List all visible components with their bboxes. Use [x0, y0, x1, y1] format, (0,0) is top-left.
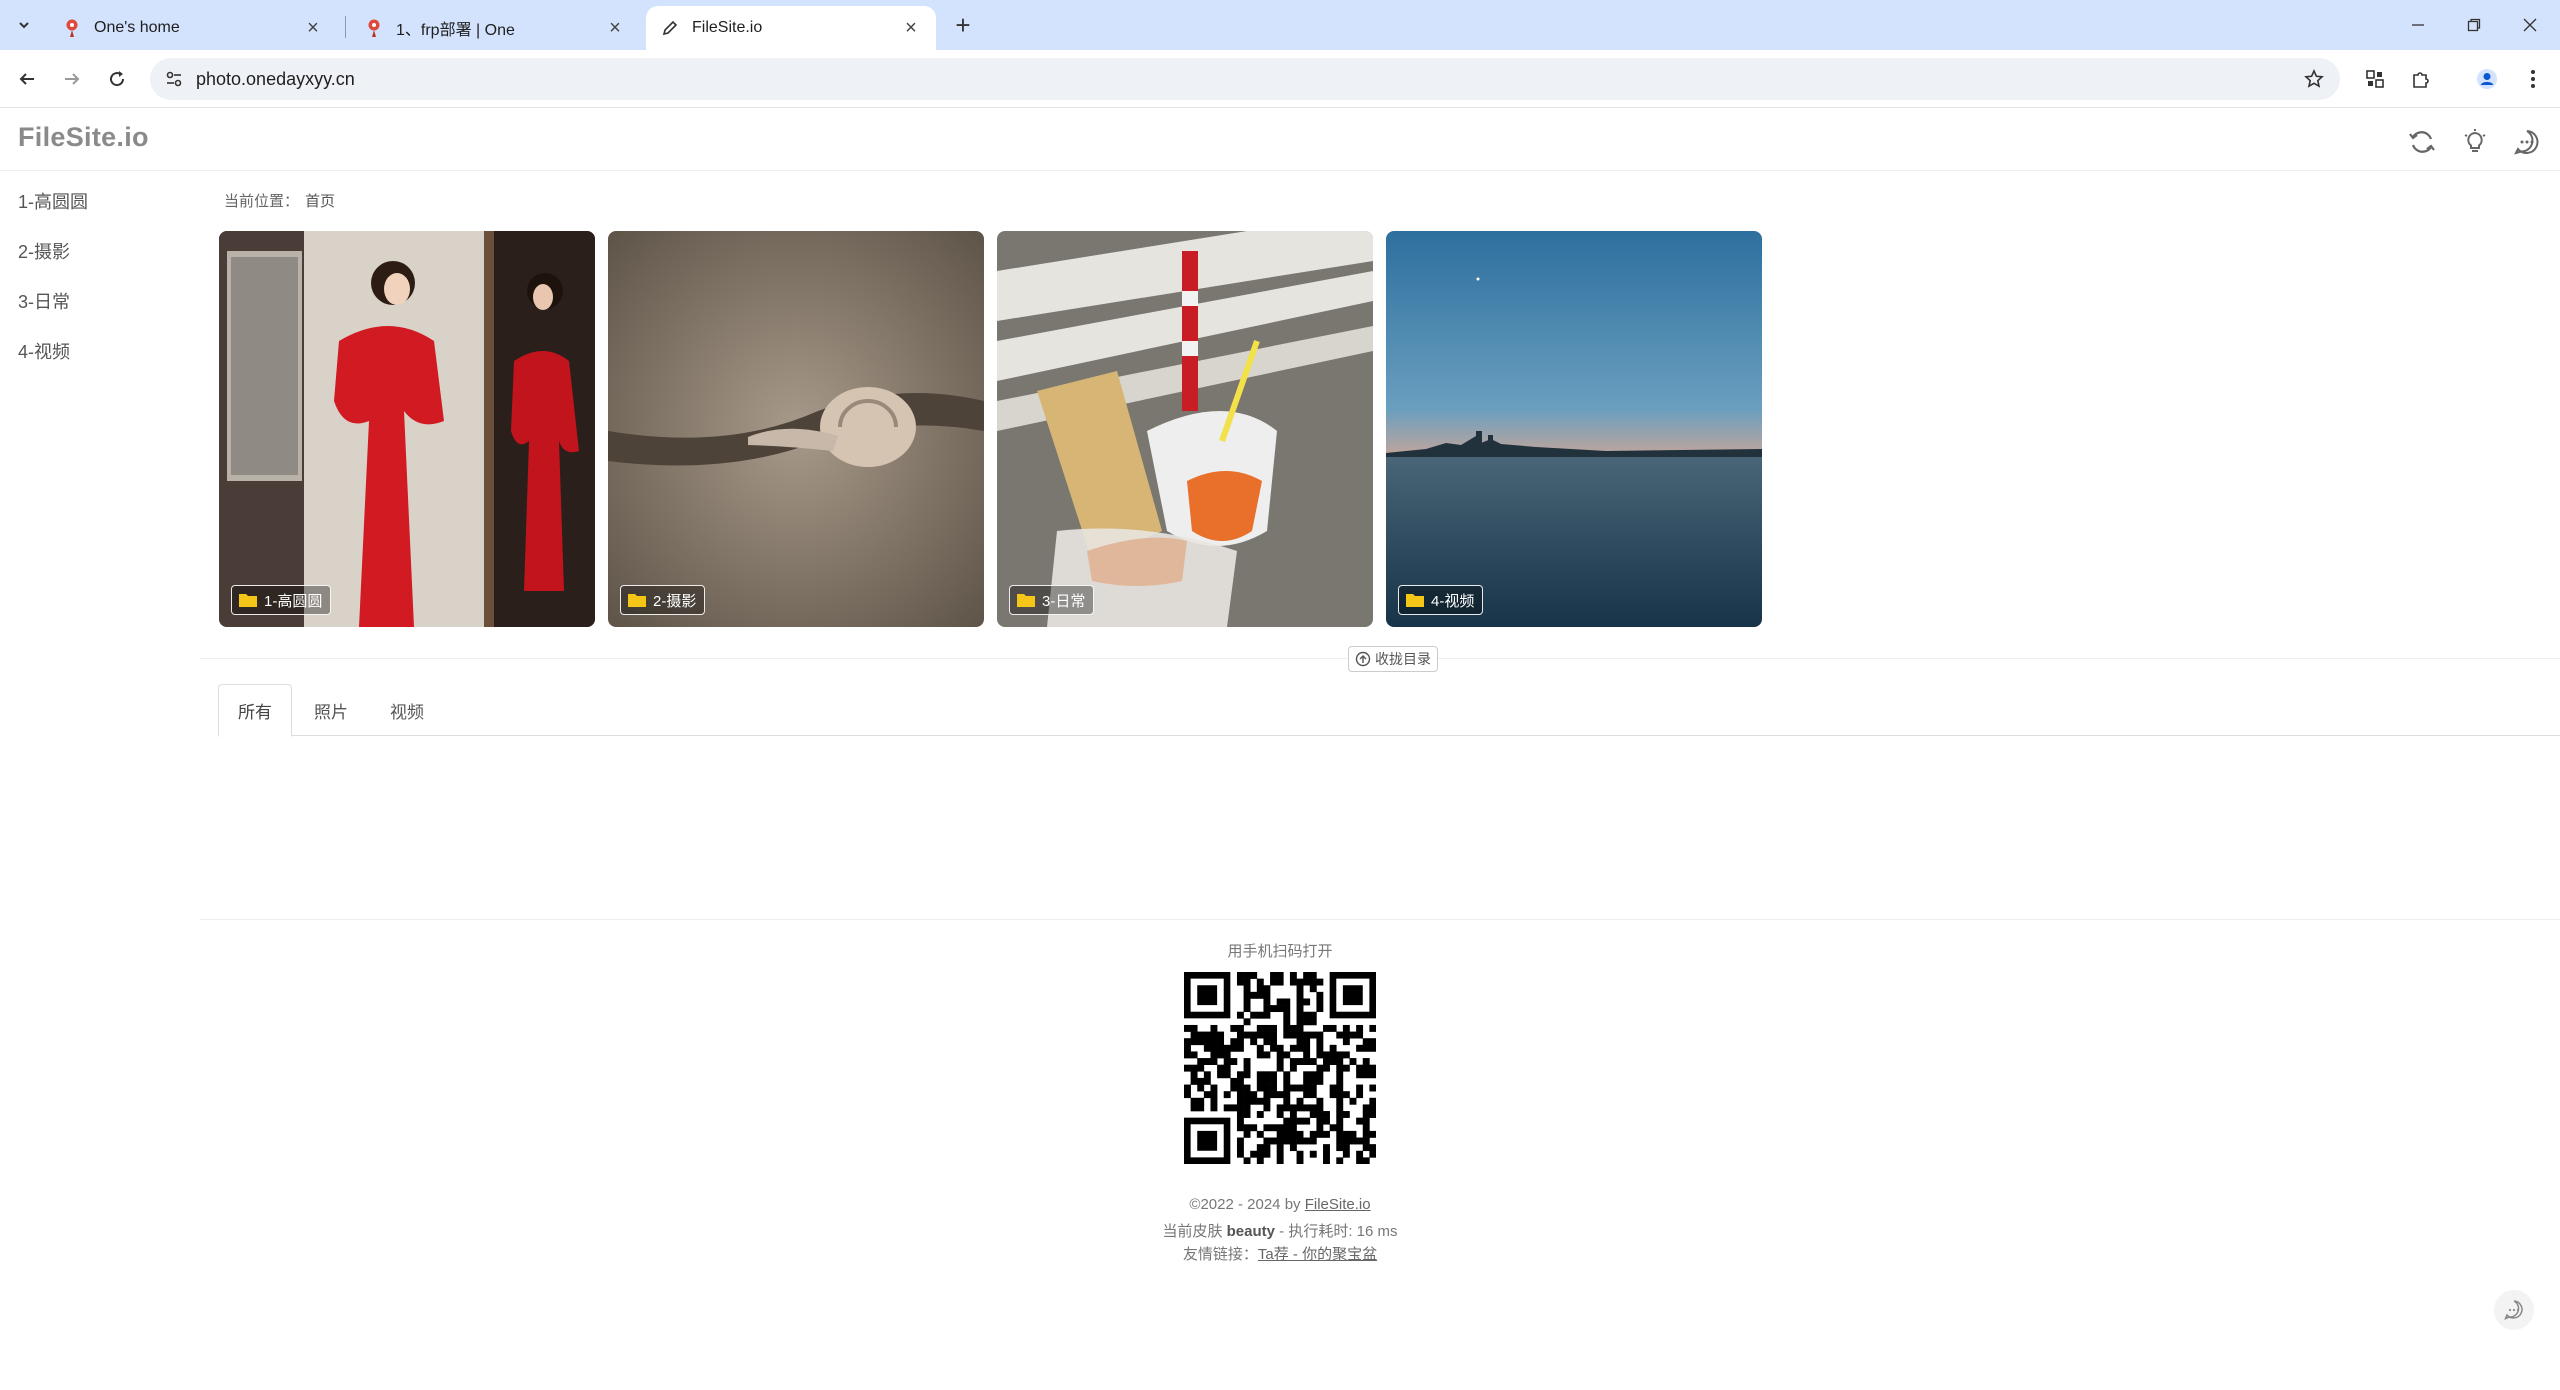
browser-tab-ones-home[interactable]: One's home × — [48, 6, 338, 50]
folder-icon — [1017, 594, 1035, 607]
minimize-icon[interactable] — [2390, 8, 2446, 42]
footer-friend-links: 友情链接：Ta荐 - 你的聚宝盆 — [0, 1243, 2560, 1264]
pin-favicon-icon — [364, 18, 384, 38]
forward-arrow-icon[interactable] — [55, 62, 89, 96]
tab-close-icon[interactable]: × — [604, 17, 626, 39]
folder-card-daily[interactable]: 3-日常 — [997, 231, 1373, 627]
breadcrumb-label: 当前位置： — [224, 193, 300, 210]
qr-scan-label: 用手机扫码打开 — [1227, 943, 1333, 960]
folder-label-tag: 2-摄影 — [620, 585, 706, 615]
restore-icon[interactable] — [2446, 8, 2502, 42]
tab-close-icon[interactable]: × — [900, 17, 922, 39]
friend-link[interactable]: Ta荐 - 你的聚宝盆 — [1258, 1246, 1377, 1263]
back-arrow-icon[interactable] — [10, 62, 44, 96]
arrow-up-circle-icon — [1355, 651, 1371, 667]
folder-label-tag: 4-视频 — [1398, 585, 1484, 615]
pin-favicon-icon — [62, 18, 82, 38]
pencil-favicon-icon — [660, 18, 680, 38]
folder-label-tag: 1-高圆圆 — [231, 585, 332, 615]
collapse-directory-button[interactable]: 收拢目录 — [1348, 646, 1438, 672]
collapse-directory-label: 收拢目录 — [1375, 651, 1431, 667]
lightbulb-theme-icon[interactable] — [2458, 125, 2492, 159]
browser-menu-kebab-icon[interactable] — [2516, 62, 2550, 96]
tab-photos[interactable]: 照片 — [294, 684, 368, 736]
folder-label-tag: 3-日常 — [1009, 585, 1095, 615]
site-header: FileSite.io — [0, 108, 2560, 171]
bookmark-star-icon[interactable] — [2302, 67, 2326, 91]
url-text[interactable]: photo.onedayxyy.cn — [196, 69, 355, 90]
media-filter-tabs: 所有 照片 视频 — [218, 684, 2560, 737]
qr-code — [1184, 972, 1377, 1165]
footer-divider — [200, 919, 2560, 920]
footer-skin-info: 当前皮肤 beauty - 执行耗时: 16 ms — [0, 1220, 2560, 1241]
sidebar-item-photography[interactable]: 2-摄影 — [18, 238, 70, 264]
tab-title: FileSite.io — [692, 19, 763, 36]
friend-links-prefix: 友情链接： — [1182, 1246, 1258, 1263]
folder-label: 3-日常 — [1042, 592, 1086, 610]
skin-prefix: 当前皮肤 — [1162, 1223, 1227, 1240]
folder-thumbnail-image — [608, 231, 984, 627]
folder-icon — [1406, 594, 1424, 607]
folder-thumbnail-image — [219, 231, 595, 627]
site-info-tune-icon[interactable] — [154, 59, 194, 99]
sidebar-item-gaoyuanyuan[interactable]: 1-高圆圆 — [18, 188, 88, 214]
copyright-prefix: ©2022 - 2024 by — [1189, 1196, 1305, 1213]
browser-tab-frp[interactable]: 1、frp部署 | One × — [350, 6, 640, 50]
translate-qr-icon[interactable] — [2358, 62, 2392, 96]
tab-separator — [345, 16, 346, 38]
folder-label: 4-视频 — [1431, 592, 1475, 610]
close-window-icon[interactable] — [2502, 8, 2558, 42]
skin-name: beauty — [1226, 1223, 1275, 1240]
folder-thumbnail-image — [1386, 231, 1762, 627]
folder-card-video[interactable]: 4-视频 — [1386, 231, 1762, 627]
folder-thumbnail-image — [997, 231, 1373, 627]
copyright-link[interactable]: FileSite.io — [1305, 1196, 1371, 1213]
folder-icon — [628, 594, 646, 607]
browser-tab-filesite[interactable]: FileSite.io × — [646, 6, 936, 50]
browser-tab-bar: One's home × 1、frp部署 | One × FileSite.io… — [0, 0, 2560, 50]
floating-chat-icon[interactable] — [2494, 1290, 2534, 1330]
footer-copyright: ©2022 - 2024 by FileSite.io — [0, 1196, 2560, 1213]
extensions-puzzle-icon[interactable] — [2404, 62, 2438, 96]
tab-title: One's home — [94, 19, 180, 36]
sidebar-item-video[interactable]: 4-视频 — [18, 338, 70, 364]
breadcrumb: 当前位置： 首页 — [224, 190, 335, 211]
site-logo[interactable]: FileSite.io — [18, 122, 149, 153]
new-tab-plus-icon[interactable]: + — [948, 10, 978, 40]
reload-icon[interactable] — [100, 62, 134, 96]
tab-videos[interactable]: 视频 — [370, 684, 444, 736]
comment-bubble-icon[interactable] — [2510, 125, 2544, 159]
refresh-sync-icon[interactable] — [2405, 125, 2439, 159]
address-bar[interactable]: photo.onedayxyy.cn — [150, 58, 2340, 100]
profile-avatar-icon[interactable] — [2470, 62, 2504, 96]
folder-card-gaoyuanyuan[interactable]: 1-高圆圆 — [219, 231, 595, 627]
folder-card-photography[interactable]: 2-摄影 — [608, 231, 984, 627]
sidebar-item-daily[interactable]: 3-日常 — [18, 288, 70, 314]
tab-close-icon[interactable]: × — [302, 17, 324, 39]
qr-code-graphic — [1184, 972, 1377, 1165]
folder-label: 2-摄影 — [653, 592, 697, 610]
folder-icon — [239, 594, 257, 607]
tab-title: 1、frp部署 | One — [396, 22, 515, 39]
breadcrumb-home-link[interactable]: 首页 — [305, 193, 335, 210]
tab-search-chevron-icon[interactable] — [8, 10, 40, 40]
folder-label: 1-高圆圆 — [264, 592, 323, 610]
tab-all[interactable]: 所有 — [218, 684, 292, 737]
browser-toolbar: photo.onedayxyy.cn — [0, 50, 2560, 108]
skin-suffix: - 执行耗时: 16 ms — [1275, 1223, 1398, 1240]
